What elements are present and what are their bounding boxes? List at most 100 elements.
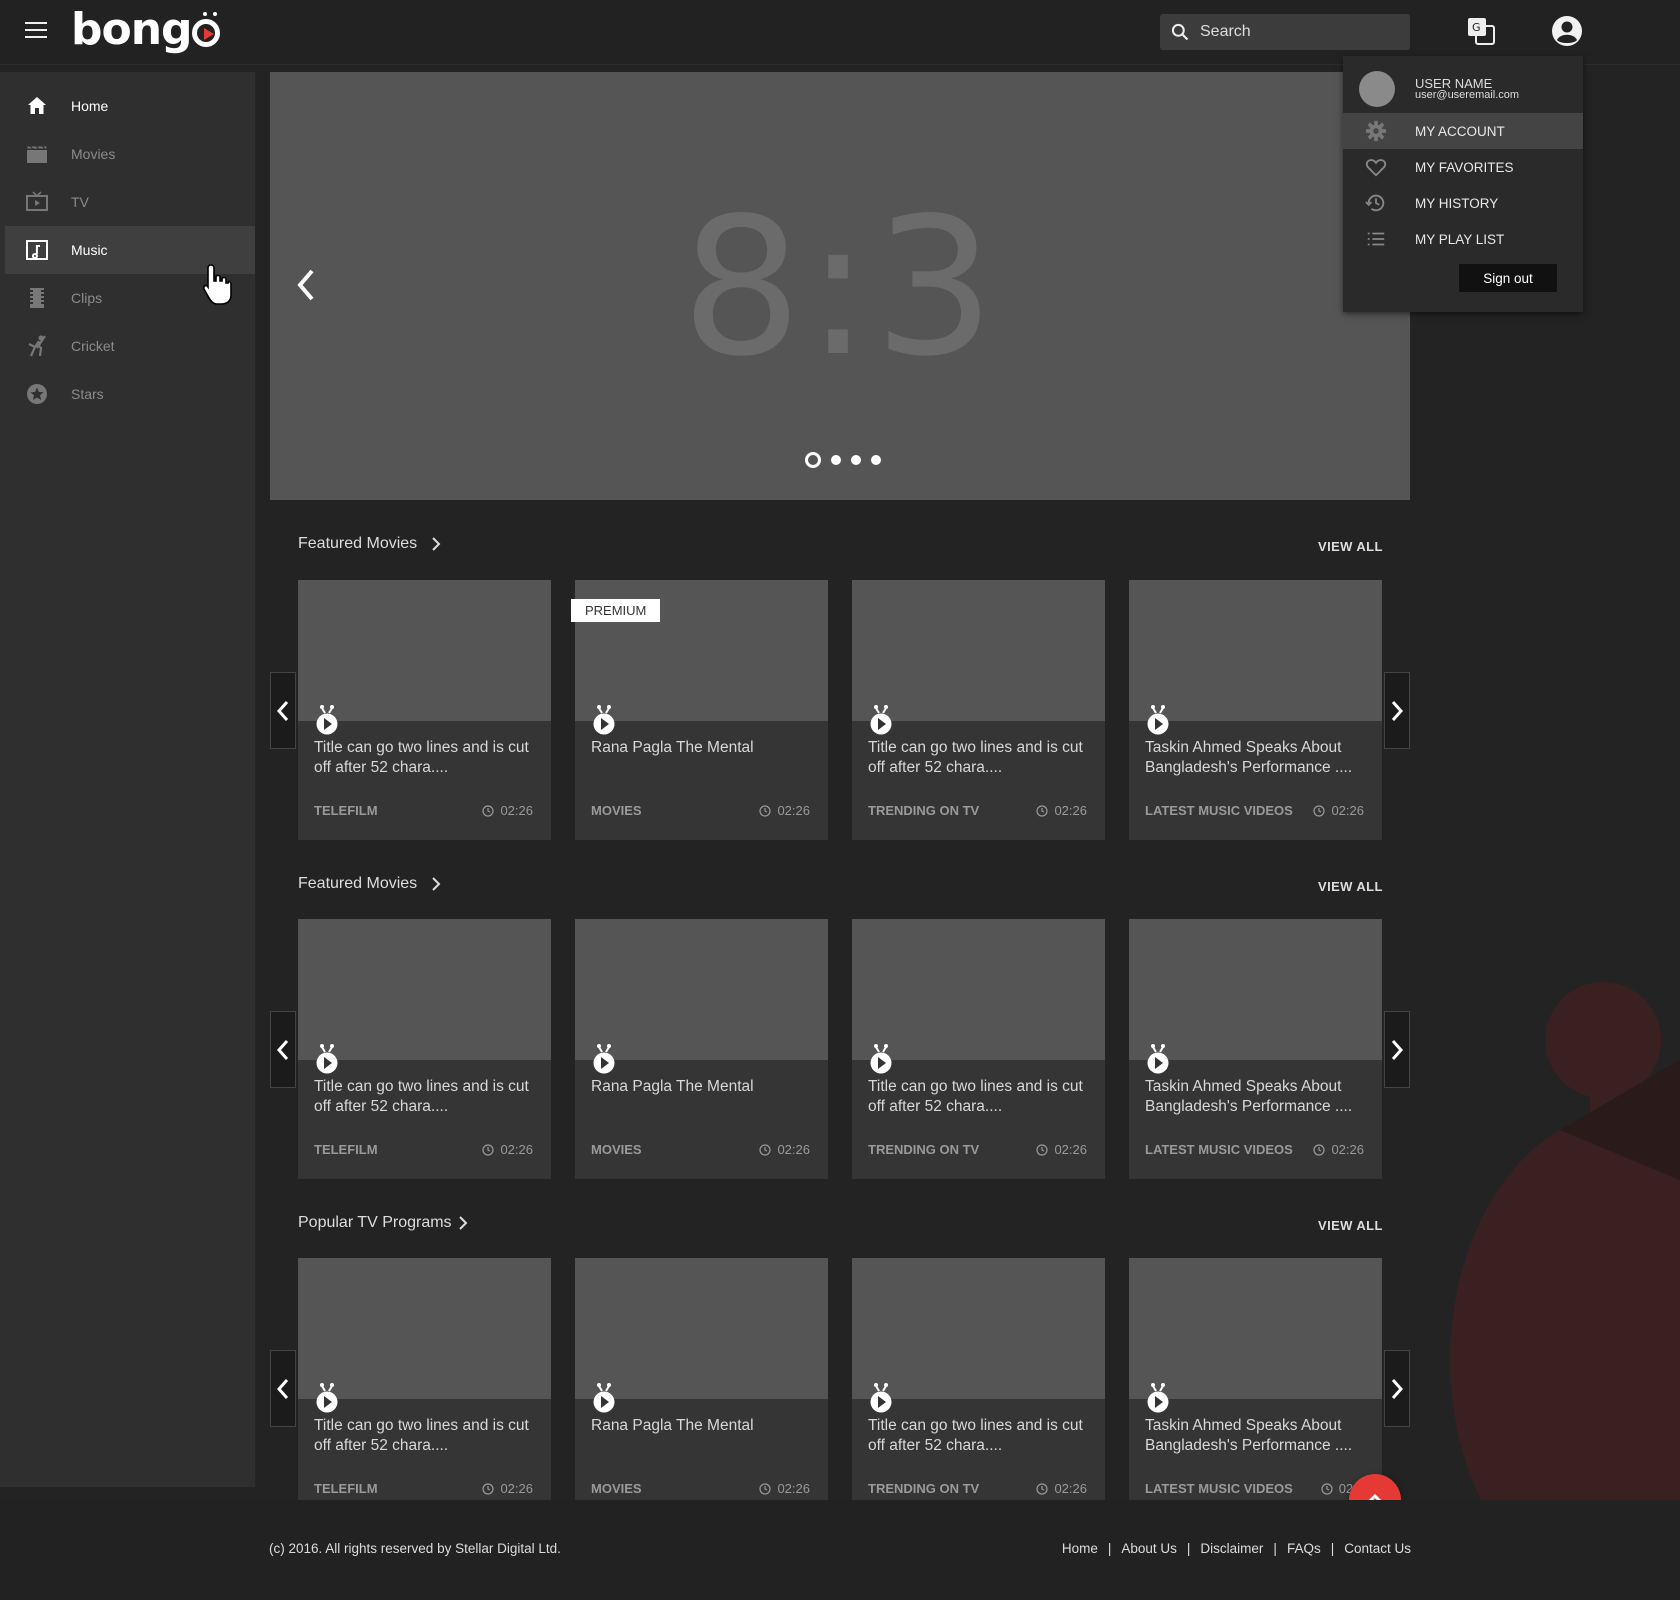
sidebar-item-home[interactable]: Home bbox=[5, 82, 255, 130]
thumbnail-placeholder bbox=[852, 580, 1105, 721]
account-circle-icon[interactable] bbox=[1551, 15, 1583, 47]
section-title-featured-movies[interactable]: Featured Movies bbox=[298, 875, 441, 893]
user-info: USER NAME user@useremail.com bbox=[1343, 56, 1583, 112]
hero-carousel[interactable]: 8:3 bbox=[270, 72, 1410, 500]
thumbnail-placeholder bbox=[852, 919, 1105, 1060]
play-icon bbox=[593, 1044, 615, 1074]
play-icon bbox=[870, 1383, 892, 1413]
video-card[interactable]: Rana Pagla The Mental MOVIES 02:26 bbox=[575, 1258, 828, 1500]
translate-icon[interactable]: G bbox=[1466, 16, 1496, 46]
view-all-link[interactable]: VIEW ALL bbox=[1318, 539, 1383, 554]
bongo-logo[interactable]: bong bbox=[71, 4, 220, 55]
clock-icon bbox=[1313, 1143, 1326, 1156]
row-next-button[interactable] bbox=[1384, 672, 1410, 749]
card-category: MOVIES bbox=[591, 803, 642, 818]
menu-item-my-history[interactable]: MY HISTORY bbox=[1343, 185, 1583, 221]
carousel-dot[interactable] bbox=[851, 455, 861, 465]
sidebar-item-tv[interactable]: TV bbox=[5, 178, 255, 226]
footer-link-contact-us[interactable]: Contact Us bbox=[1344, 1541, 1411, 1556]
duration-text: 02:26 bbox=[1054, 803, 1087, 818]
video-card[interactable]: Title can go two lines and is cut off af… bbox=[298, 580, 551, 840]
home-icon bbox=[28, 97, 46, 114]
card-category: LATEST MUSIC VIDEOS bbox=[1145, 1142, 1293, 1157]
chevron-right-icon bbox=[432, 877, 441, 891]
card-title: Title can go two lines and is cut off af… bbox=[868, 739, 1083, 776]
duration-text: 02:26 bbox=[1331, 1142, 1364, 1157]
sidebar-item-label: Clips bbox=[71, 290, 103, 306]
search-box[interactable] bbox=[1160, 14, 1410, 50]
thumbnail-placeholder bbox=[1129, 580, 1382, 721]
background-decoration bbox=[1450, 982, 1680, 1500]
play-icon bbox=[1147, 1383, 1169, 1413]
thumbnail-placeholder bbox=[852, 1258, 1105, 1399]
chevron-right-icon bbox=[432, 537, 441, 551]
hamburger-menu-icon[interactable] bbox=[25, 22, 47, 40]
sign-out-button[interactable]: Sign out bbox=[1459, 264, 1557, 292]
card-category: MOVIES bbox=[591, 1142, 642, 1157]
video-card[interactable]: Taskin Ahmed Speaks About Bangladesh's P… bbox=[1129, 919, 1382, 1179]
menu-item-label: MY PLAY LIST bbox=[1415, 231, 1505, 247]
chevron-right-icon bbox=[1391, 1039, 1403, 1060]
sidebar-item-cricket[interactable]: Cricket bbox=[5, 322, 255, 370]
card-category: TRENDING ON TV bbox=[868, 803, 980, 818]
card-duration: 02:26 bbox=[482, 1481, 533, 1496]
card-category: TRENDING ON TV bbox=[868, 1481, 980, 1496]
card-title: Rana Pagla The Mental bbox=[591, 739, 754, 756]
premium-badge: PREMIUM bbox=[571, 599, 661, 622]
play-icon bbox=[316, 705, 338, 735]
copyright-text: (c) 2016. All rights reserved by Stellar… bbox=[269, 1541, 561, 1556]
sidebar-item-movies[interactable]: Movies bbox=[5, 130, 255, 178]
section-title-featured-movies[interactable]: Featured Movies bbox=[298, 535, 441, 553]
video-card[interactable]: PREMIUM Rana Pagla The Mental MOVIES 02:… bbox=[571, 580, 828, 840]
video-card[interactable]: Title can go two lines and is cut off af… bbox=[298, 919, 551, 1179]
clock-icon bbox=[1036, 804, 1049, 817]
video-card[interactable]: Title can go two lines and is cut off af… bbox=[852, 580, 1105, 840]
video-card[interactable]: Title can go two lines and is cut off af… bbox=[852, 1258, 1105, 1500]
video-card[interactable]: Rana Pagla The Mental MOVIES 02:26 bbox=[575, 919, 828, 1179]
sidebar-item-label: Music bbox=[71, 242, 108, 258]
card-duration: 02:26 bbox=[759, 1481, 810, 1496]
card-category: TELEFILM bbox=[314, 1481, 378, 1496]
video-card[interactable]: Title can go two lines and is cut off af… bbox=[298, 1258, 551, 1500]
sidebar-item-label: TV bbox=[71, 194, 89, 210]
video-card[interactable]: Title can go two lines and is cut off af… bbox=[852, 919, 1105, 1179]
card-duration: 02:26 bbox=[482, 803, 533, 818]
view-all-link[interactable]: VIEW ALL bbox=[1318, 879, 1383, 894]
video-card[interactable]: Taskin Ahmed Speaks About Bangladesh's P… bbox=[1129, 1258, 1382, 1500]
view-all-link[interactable]: VIEW ALL bbox=[1318, 1218, 1383, 1233]
row-next-button[interactable] bbox=[1384, 1350, 1410, 1427]
sidebar-item-stars[interactable]: Stars bbox=[5, 370, 255, 418]
carousel-dot[interactable] bbox=[871, 455, 881, 465]
row-prev-button[interactable] bbox=[270, 1011, 296, 1088]
footer-link-faqs[interactable]: FAQs bbox=[1287, 1541, 1321, 1556]
footer-link-disclaimer[interactable]: Disclaimer bbox=[1200, 1541, 1263, 1556]
row-prev-button[interactable] bbox=[270, 1350, 296, 1427]
clock-icon bbox=[1036, 1143, 1049, 1156]
card-duration: 02:26 bbox=[1036, 1481, 1087, 1496]
clock-icon bbox=[482, 1143, 495, 1156]
card-duration: 02:26 bbox=[1313, 1142, 1364, 1157]
duration-text: 02:26 bbox=[500, 1481, 533, 1496]
play-icon bbox=[870, 1044, 892, 1074]
duration-text: 02:26 bbox=[500, 803, 533, 818]
search-input[interactable] bbox=[1200, 23, 1400, 41]
sidebar-item-label: Stars bbox=[71, 386, 104, 402]
row-next-button[interactable] bbox=[1384, 1011, 1410, 1088]
section-title-popular-tv-programs[interactable]: Popular TV Programs bbox=[298, 1214, 468, 1232]
card-title: Taskin Ahmed Speaks About Bangladesh's P… bbox=[1145, 1417, 1353, 1454]
card-title: Title can go two lines and is cut off af… bbox=[314, 1417, 529, 1454]
carousel-dot[interactable] bbox=[831, 455, 841, 465]
video-card[interactable]: Taskin Ahmed Speaks About Bangladesh's P… bbox=[1129, 580, 1382, 840]
menu-item-my-play-list[interactable]: MY PLAY LIST bbox=[1343, 221, 1583, 257]
menu-item-my-account[interactable]: MY ACCOUNT bbox=[1343, 113, 1583, 149]
section-title-text: Featured Movies bbox=[298, 535, 418, 552]
footer-link-home[interactable]: Home bbox=[1062, 1541, 1098, 1556]
search-icon bbox=[1171, 23, 1189, 41]
star-icon bbox=[27, 384, 47, 404]
footer-link-about-us[interactable]: About Us bbox=[1121, 1541, 1177, 1556]
menu-item-my-favorites[interactable]: MY FAVORITES bbox=[1343, 149, 1583, 185]
row-prev-button[interactable] bbox=[270, 672, 296, 749]
carousel-prev-icon[interactable] bbox=[294, 268, 318, 302]
footer: (c) 2016. All rights reserved by Stellar… bbox=[0, 1500, 1680, 1600]
carousel-dot[interactable] bbox=[805, 452, 821, 468]
